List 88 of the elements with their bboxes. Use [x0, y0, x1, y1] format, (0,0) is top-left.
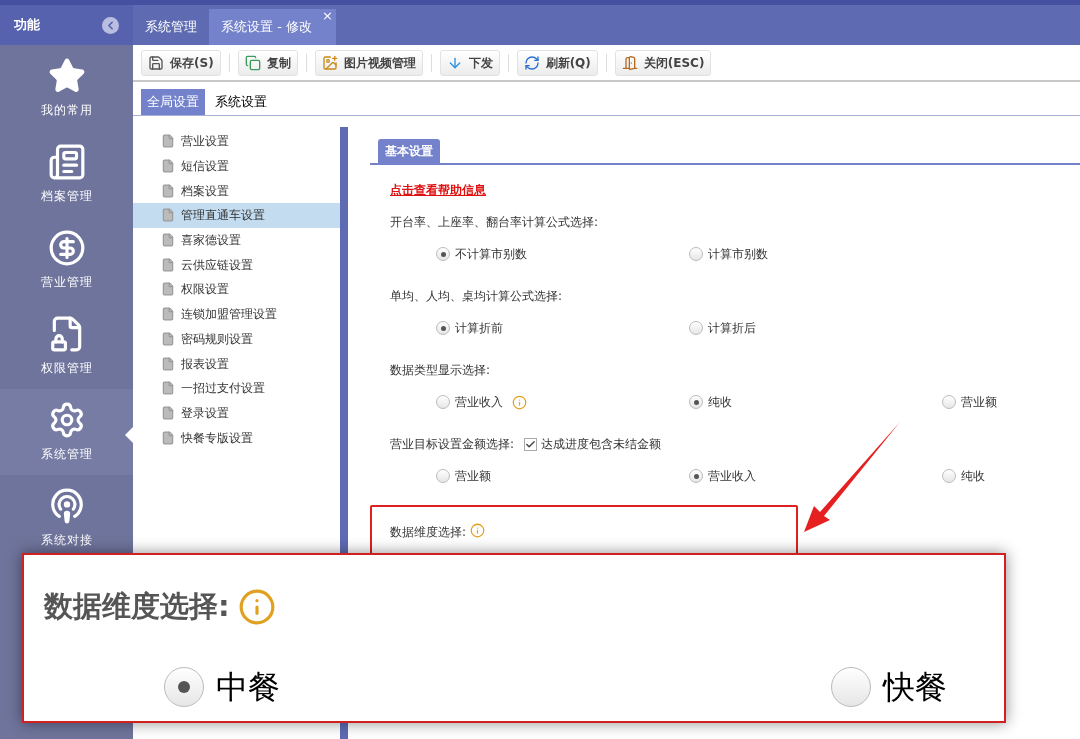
copy-icon: [244, 54, 261, 71]
document-icon: [161, 282, 175, 297]
radio-label: 中餐: [216, 666, 280, 708]
sidebar-item[interactable]: 权限管理: [0, 303, 133, 389]
save-icon: [148, 54, 164, 71]
sidebar-item[interactable]: 我的常用: [0, 45, 133, 131]
radio-label: 营业收入: [708, 468, 756, 485]
radio-button[interactable]: [689, 469, 703, 483]
radio-label: 快餐: [883, 666, 947, 708]
door-icon: [621, 54, 638, 71]
document-icon: [161, 430, 175, 445]
radio-button[interactable]: [831, 666, 871, 707]
radio-label: 营业收入: [455, 394, 503, 411]
tree-item[interactable]: 档案设置: [133, 178, 340, 204]
radio-button[interactable]: [942, 395, 956, 409]
toolbar-button[interactable]: 复制: [237, 49, 298, 76]
tree-item[interactable]: 登录设置: [133, 400, 340, 426]
star-icon: [47, 57, 86, 95]
radio-button[interactable]: [436, 247, 450, 261]
setting-label: 单均、人均、桌均计算公式选择:: [390, 288, 563, 305]
checkbox-label: 达成进度包含未结金额: [541, 436, 662, 453]
list-icon: [47, 143, 86, 181]
radio-button[interactable]: [436, 321, 450, 335]
radio-button[interactable]: [689, 395, 703, 409]
toolbar-button[interactable]: 刷新(Q): [516, 49, 598, 76]
collapse-icon[interactable]: [102, 16, 119, 34]
tree-item[interactable]: 短信设置: [133, 153, 340, 179]
radio-label: 营业额: [961, 394, 997, 411]
toolbar-button[interactable]: 关闭(ESC): [614, 49, 712, 76]
tree-item[interactable]: 喜家德设置: [133, 227, 340, 253]
radio-label: 计算折前: [455, 320, 503, 337]
checkbox[interactable]: [524, 437, 538, 451]
close-button[interactable]: ×: [322, 9, 333, 22]
setting-label: 数据类型显示选择:: [390, 362, 491, 379]
sidebar-item[interactable]: 档案管理: [0, 131, 133, 217]
dollar-icon: [47, 229, 86, 267]
radio-label: 计算市别数: [708, 246, 768, 263]
toolbar-button[interactable]: 保存(S): [141, 49, 221, 76]
setting-label: 数据维度选择:: [44, 588, 230, 625]
sidebar-title: 功能: [14, 16, 40, 35]
document-icon: [161, 159, 175, 174]
tab[interactable]: 系统设置 - 修改 ×: [209, 9, 336, 45]
refresh-icon: [523, 54, 540, 71]
radio-button[interactable]: [436, 469, 450, 483]
document-icon: [161, 257, 175, 272]
tree-item[interactable]: 一招过支付设置: [133, 375, 340, 401]
sidebar-item[interactable]: 营业管理: [0, 217, 133, 303]
radio-label: 纯收: [708, 394, 732, 411]
document-icon: [161, 356, 175, 371]
tree-item[interactable]: 营业设置: [133, 129, 340, 154]
document-icon: [161, 381, 175, 396]
document-icon: [161, 208, 175, 223]
tab[interactable]: 全局设置: [141, 89, 205, 115]
sidebar-item[interactable]: 系统管理: [0, 389, 133, 475]
radio-label: 不计算市别数: [455, 246, 527, 263]
radio-button[interactable]: [436, 395, 450, 409]
radio-label: 计算折后: [708, 320, 756, 337]
tree-item[interactable]: 云供应链设置: [133, 252, 340, 278]
setting-label: 开台率、上座率、翻台率计算公式选择:: [390, 214, 599, 231]
radio-button[interactable]: [942, 469, 956, 483]
radio-label: 营业额: [455, 468, 491, 485]
document-icon: [161, 134, 175, 149]
toolbar-button[interactable]: 下发: [439, 49, 500, 76]
sidebar-item[interactable]: 系统对接: [0, 475, 133, 561]
image-icon: [321, 54, 338, 71]
document-icon: [161, 233, 175, 248]
setting-label: 营业目标设置金额选择:: [390, 436, 515, 453]
document-icon: [161, 183, 175, 198]
radio-button[interactable]: [689, 321, 703, 335]
setting-label: 数据维度选择:: [390, 524, 467, 541]
radio-button[interactable]: [164, 666, 204, 707]
section-tab[interactable]: 基本设置: [378, 139, 440, 163]
tree-item[interactable]: 密码规则设置: [133, 326, 340, 352]
document-icon: [161, 405, 175, 420]
document-icon: [161, 307, 175, 322]
radio-label: 纯收: [961, 468, 985, 485]
tree-item[interactable]: 报表设置: [133, 351, 340, 376]
tab[interactable]: 系统设置: [209, 89, 273, 115]
help-link[interactable]: 点击查看帮助信息: [390, 181, 1080, 199]
document-icon: [161, 331, 175, 346]
radio-button[interactable]: [689, 247, 703, 261]
tree-item[interactable]: 管理直通车设置: [133, 203, 340, 228]
tree-item[interactable]: 快餐专版设置: [133, 425, 340, 450]
tab[interactable]: 系统管理: [133, 9, 209, 45]
toolbar-button[interactable]: 图片视频管理: [314, 49, 423, 76]
tree-item[interactable]: 连锁加盟管理设置: [133, 301, 340, 327]
tree-item[interactable]: 权限设置: [133, 277, 340, 302]
pointer-icon: [125, 427, 133, 443]
